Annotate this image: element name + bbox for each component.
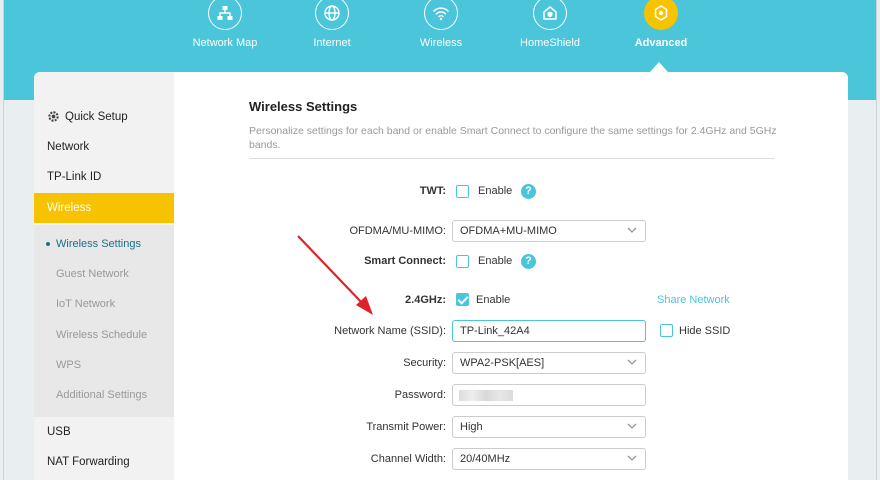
band-enable-checkbox[interactable] (456, 293, 469, 306)
active-dot-icon (46, 242, 50, 247)
hide-ssid-label: Hide SSID (679, 325, 731, 337)
sidebar-item-label: TP-Link ID (47, 171, 102, 183)
submenu-item-iot-network[interactable]: IoT Network (34, 289, 174, 319)
channel-width-value: 20/40MHz (460, 453, 511, 465)
smart-connect-checkbox[interactable] (456, 255, 469, 268)
smart-connect-help-icon[interactable]: ? (521, 254, 536, 269)
security-select[interactable]: WPA2-PSK[AES] (452, 352, 646, 374)
nav-internet[interactable]: Internet (277, 0, 387, 49)
submenu-item-label: Guest Network (56, 268, 129, 280)
submenu-item-wireless-schedule[interactable]: Wireless Schedule (34, 320, 174, 350)
page-title: Wireless Settings (249, 99, 358, 114)
submenu-item-label: IoT Network (56, 298, 116, 310)
browser-frame: Network Map Internet Wireless HomeShield… (3, 0, 877, 480)
nav-label: Wireless (419, 37, 463, 49)
wireless-submenu: Wireless Settings Guest Network IoT Netw… (34, 225, 174, 417)
network-map-icon (208, 0, 242, 30)
gear-icon (644, 0, 678, 30)
chevron-down-icon (627, 455, 637, 461)
ofdma-select[interactable]: OFDMA+MU-MIMO (452, 220, 646, 242)
nav-label: HomeShield (520, 37, 580, 49)
chevron-down-icon (627, 423, 637, 429)
sidebar-item-wireless[interactable]: Wireless (34, 193, 174, 223)
sidebar-item-label: Wireless (47, 202, 92, 214)
active-tab-indicator (650, 62, 668, 72)
channel-width-select[interactable]: 20/40MHz (452, 448, 646, 470)
hide-ssid-checkbox[interactable] (660, 324, 673, 337)
nav-label: Network Map (192, 37, 258, 49)
nav-network-map[interactable]: Network Map (170, 0, 280, 49)
sidebar-item-quick-setup[interactable]: Quick Setup (34, 102, 174, 132)
transmit-power-value: High (460, 421, 483, 433)
twt-label: TWT: (419, 185, 446, 197)
chevron-down-icon (627, 227, 637, 233)
ofdma-label: OFDMA/MU-MIMO: (349, 225, 446, 237)
sidebar-item-label: USB (47, 426, 71, 438)
sidebar-item-nat-forwarding[interactable]: NAT Forwarding (34, 447, 174, 477)
twt-help-icon[interactable]: ? (521, 184, 536, 199)
sidebar-item-label: NAT Forwarding (47, 456, 130, 468)
sidebar-item-tp-link-id[interactable]: TP-Link ID (34, 162, 174, 192)
channel-width-label: Channel Width: (370, 453, 446, 465)
nav-wireless[interactable]: Wireless (386, 0, 496, 49)
nav-homeshield[interactable]: HomeShield (495, 0, 605, 49)
submenu-item-wireless-settings[interactable]: Wireless Settings (34, 229, 174, 259)
ssid-label: Network Name (SSID): (334, 325, 446, 337)
band-label: 2.4GHz: (405, 294, 446, 306)
transmit-power-label: Transmit Power: (366, 421, 446, 433)
transmit-power-select[interactable]: High (452, 416, 646, 438)
password-input[interactable] (452, 384, 646, 406)
sidebar-item-network[interactable]: Network (34, 132, 174, 162)
submenu-item-label: Additional Settings (56, 389, 148, 401)
gear-icon (48, 111, 59, 123)
sidebar-item-label: Quick Setup (65, 111, 128, 123)
smart-connect-label: Smart Connect: (364, 255, 446, 267)
twt-enable-label: Enable (478, 185, 513, 197)
divider (249, 158, 774, 159)
sidebar: Quick Setup Network TP-Link ID Wireless … (34, 72, 174, 480)
content-area: Wireless Settings Personalize settings f… (174, 72, 848, 480)
smart-connect-enable-label: Enable (478, 255, 513, 267)
password-label: Password: (394, 389, 446, 401)
chevron-down-icon (627, 359, 637, 365)
nav-label: Internet (313, 37, 351, 49)
security-value: WPA2-PSK[AES] (460, 357, 545, 369)
ssid-value: TP-Link_42A4 (460, 325, 530, 337)
page-description: Personalize settings for each band or en… (249, 125, 777, 151)
nav-label: Advanced (634, 37, 688, 49)
globe-icon (315, 0, 349, 30)
homeshield-icon (533, 0, 567, 30)
ofdma-value: OFDMA+MU-MIMO (460, 225, 557, 237)
blurred-password (459, 390, 513, 401)
sidebar-item-usb[interactable]: USB (34, 417, 174, 447)
sidebar-item-label: Network (47, 141, 90, 153)
submenu-item-label: Wireless Settings (56, 238, 141, 250)
submenu-item-wps[interactable]: WPS (34, 350, 174, 380)
band-enable-label: Enable (476, 294, 511, 306)
security-label: Security: (403, 357, 446, 369)
submenu-item-additional-settings[interactable]: Additional Settings (34, 380, 174, 410)
wifi-icon (424, 0, 458, 30)
submenu-item-label: Wireless Schedule (56, 329, 148, 341)
ssid-input[interactable]: TP-Link_42A4 (452, 320, 646, 342)
main-panel: Quick Setup Network TP-Link ID Wireless … (34, 72, 848, 480)
submenu-item-label: WPS (56, 359, 82, 371)
twt-checkbox[interactable] (456, 185, 469, 198)
submenu-item-guest-network[interactable]: Guest Network (34, 259, 174, 289)
share-network-link[interactable]: Share Network (657, 294, 730, 306)
nav-advanced[interactable]: Advanced (606, 0, 716, 49)
